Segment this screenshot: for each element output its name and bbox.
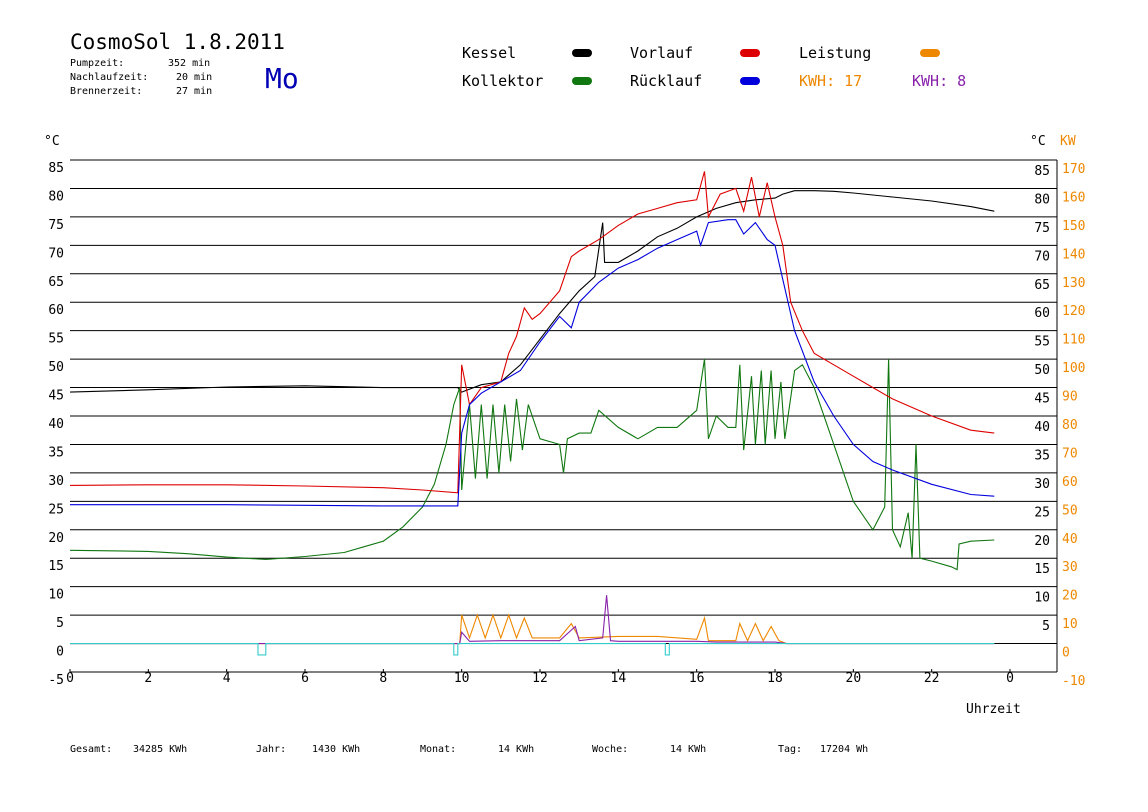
left-axis-unit: °C (44, 134, 60, 149)
power-axis-unit: KW (1060, 134, 1076, 149)
y-tick-label: 85 (48, 161, 64, 176)
x-tick-label: 4 (223, 671, 231, 686)
series-leistung (70, 613, 995, 645)
y-right-tick-label: 55 (1034, 335, 1050, 350)
series-status (70, 643, 995, 656)
power-tick-label: 0 (1062, 646, 1070, 661)
x-tick-label: 0 (66, 671, 74, 686)
power-tick-label: -10 (1062, 674, 1085, 689)
series-lines (69, 171, 995, 656)
y-right-tick-label: 30 (1034, 477, 1050, 492)
grid-lines (69, 159, 1058, 673)
y-right-tick-label: 20 (1034, 534, 1050, 549)
y-tick-label: 45 (48, 389, 64, 404)
y-right-tick-label: 70 (1034, 249, 1050, 264)
x-tick-label: 12 (532, 671, 548, 686)
y-right-tick-label: 10 (1034, 591, 1050, 606)
power-tick-label: 170 (1062, 162, 1085, 177)
footer-tag-value: 17204 Wh (820, 744, 869, 755)
tick-labels: 8580757065605550454035302520151050-58580… (48, 161, 1085, 689)
y-tick-label: 75 (48, 218, 64, 233)
footer-jahr-label: Jahr: (256, 744, 287, 755)
footer-jahr-value: 1430 KWh (312, 744, 361, 755)
x-tick-label: 16 (689, 671, 705, 686)
y-tick-label: 55 (48, 332, 64, 347)
y-tick-label: 65 (48, 275, 64, 290)
y-tick-label: 35 (48, 445, 64, 460)
y-tick-label: -5 (48, 673, 64, 688)
y-tick-label: 10 (48, 588, 64, 603)
x-tick-label: 18 (767, 671, 783, 686)
power-tick-label: 10 (1062, 617, 1078, 632)
y-right-tick-label: 65 (1034, 278, 1050, 293)
x-axis-label: Uhrzeit (966, 702, 1021, 717)
power-tick-label: 120 (1062, 304, 1085, 319)
x-tick-label: 22 (924, 671, 940, 686)
y-right-tick-label: 60 (1034, 306, 1050, 321)
footer-monat-value: 14 KWh (498, 744, 535, 755)
y-right-tick-label: 85 (1034, 164, 1050, 179)
y-tick-label: 30 (48, 474, 64, 489)
x-tick-label: 6 (301, 671, 309, 686)
y-tick-label: 50 (48, 360, 64, 375)
power-tick-label: 150 (1062, 219, 1085, 234)
right-axis-unit: °C (1030, 134, 1046, 149)
x-tick-label: 10 (454, 671, 470, 686)
y-right-tick-label: 25 (1034, 505, 1050, 520)
power-tick-label: 60 (1062, 475, 1078, 490)
y-right-tick-label: 5 (1042, 619, 1050, 634)
y-tick-label: 15 (48, 559, 64, 574)
x-tick-label: 20 (846, 671, 862, 686)
power-tick-label: 40 (1062, 532, 1078, 547)
footer-gesamt-label: Gesamt: (70, 744, 113, 755)
y-tick-label: 80 (48, 189, 64, 204)
footer-gesamt-value: 34285 KWh (133, 744, 188, 755)
x-tick-label: 8 (379, 671, 387, 686)
y-right-tick-label: 75 (1034, 221, 1050, 236)
power-tick-label: 100 (1062, 361, 1085, 376)
footer-woche-label: Woche: (592, 744, 629, 755)
power-tick-label: 140 (1062, 247, 1085, 262)
y-tick-label: 40 (48, 417, 64, 432)
x-tick-label: 2 (144, 671, 152, 686)
x-tick-label: 0 (1006, 671, 1014, 686)
power-tick-label: 110 (1062, 333, 1085, 348)
y-right-tick-label: 80 (1034, 192, 1050, 207)
series-kessel (69, 190, 995, 393)
footer-monat-label: Monat: (420, 744, 457, 755)
footer-woche-value: 14 KWh (670, 744, 707, 755)
y-right-tick-label: 45 (1034, 392, 1050, 407)
footer-tag-label: Tag: (778, 744, 803, 755)
power-tick-label: 130 (1062, 276, 1085, 291)
power-tick-label: 50 (1062, 503, 1078, 518)
temperature-chart: 8580757065605550454035302520151050-58580… (48, 159, 1085, 689)
power-tick-label: 160 (1062, 190, 1085, 205)
y-tick-label: 5 (56, 616, 64, 631)
y-right-tick-label: 15 (1034, 562, 1050, 577)
y-right-tick-label: 35 (1034, 448, 1050, 463)
power-tick-label: 90 (1062, 390, 1078, 405)
series-kollektor (69, 359, 995, 571)
y-tick-label: 70 (48, 246, 64, 261)
power-tick-label: 20 (1062, 589, 1078, 604)
power-tick-label: 80 (1062, 418, 1078, 433)
y-tick-label: 25 (48, 502, 64, 517)
series-rcklauf (70, 219, 995, 507)
x-tick-label: 14 (611, 671, 627, 686)
y-right-tick-label: 50 (1034, 363, 1050, 378)
y-tick-label: 60 (48, 303, 64, 318)
power-tick-label: 30 (1062, 560, 1078, 575)
y-right-tick-label: 40 (1034, 420, 1050, 435)
power-tick-label: 70 (1062, 446, 1078, 461)
y-tick-label: 0 (56, 645, 64, 660)
y-tick-label: 20 (48, 531, 64, 546)
